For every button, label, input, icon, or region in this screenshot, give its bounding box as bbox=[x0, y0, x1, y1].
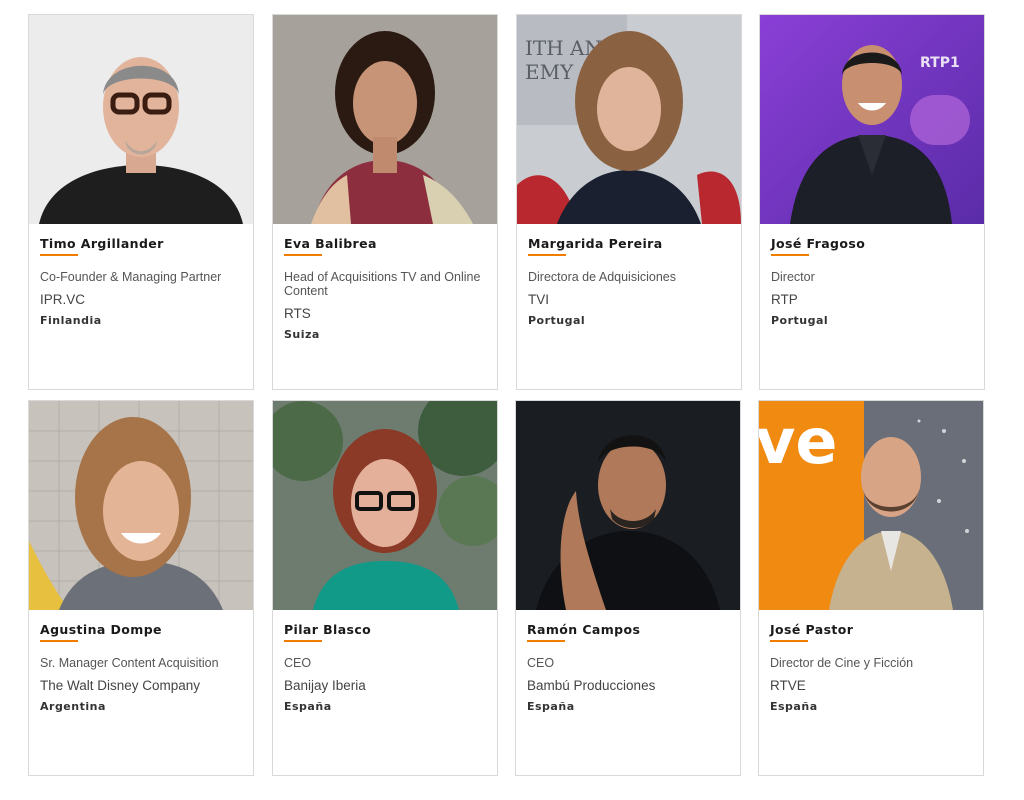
speaker-company: IPR.VC bbox=[40, 292, 86, 307]
speaker-role: Co-Founder & Managing Partner bbox=[40, 270, 222, 284]
speaker-photo: ITH ANN EMY AWA bbox=[517, 15, 741, 224]
speaker-company: Bambú Producciones bbox=[527, 678, 656, 693]
speaker-card[interactable]: RTP1 José Fragoso Director RTP Portugal bbox=[759, 14, 985, 390]
name-underline bbox=[771, 254, 809, 256]
speaker-role: Sr. Manager Content Acquisition bbox=[40, 656, 219, 670]
speaker-role: Directora de Adquisiciones bbox=[528, 270, 676, 284]
speaker-company: RTVE bbox=[770, 678, 806, 693]
name-underline bbox=[40, 640, 78, 642]
name-underline bbox=[40, 254, 78, 256]
speaker-country: Finlandia bbox=[40, 314, 102, 327]
speaker-country: Portugal bbox=[528, 314, 586, 327]
speaker-name: José Pastor bbox=[770, 622, 854, 637]
speaker-role: CEO bbox=[284, 656, 312, 670]
speaker-country: Portugal bbox=[771, 314, 829, 327]
speaker-photo bbox=[516, 401, 740, 610]
speaker-photo: ve bbox=[759, 401, 983, 610]
speaker-name: José Fragoso bbox=[771, 236, 866, 251]
speaker-card[interactable]: Timo Argillander Co-Founder & Managing P… bbox=[28, 14, 254, 390]
speaker-role: Director de Cine y Ficción bbox=[770, 656, 914, 670]
speaker-card[interactable]: Agustina Dompe Sr. Manager Content Acqui… bbox=[28, 400, 254, 776]
speaker-photo bbox=[273, 401, 497, 610]
speaker-card[interactable]: Pilar Blasco CEO Banijay Iberia España bbox=[272, 400, 498, 776]
speaker-card[interactable]: ve José Pastor Director de Cine y Ficció… bbox=[758, 400, 984, 776]
name-underline bbox=[770, 640, 808, 642]
speaker-photo bbox=[29, 15, 253, 224]
speaker-company: The Walt Disney Company bbox=[40, 678, 201, 693]
speaker-card[interactable]: Eva Balibrea Head of Acquisitions TV and… bbox=[272, 14, 498, 390]
name-underline bbox=[284, 254, 322, 256]
speaker-role: Director bbox=[771, 270, 815, 284]
speaker-card[interactable]: Ramón Campos CEO Bambú Producciones Espa… bbox=[515, 400, 741, 776]
speaker-photo bbox=[29, 401, 253, 610]
speaker-name: Ramón Campos bbox=[527, 622, 641, 637]
speaker-name: Timo Argillander bbox=[40, 236, 164, 251]
speaker-name: Margarida Pereira bbox=[528, 236, 663, 251]
rtve-backdrop-text: ve bbox=[759, 405, 837, 478]
speaker-country: España bbox=[527, 700, 575, 713]
speaker-photo: RTP1 bbox=[760, 15, 984, 224]
speaker-photo bbox=[273, 15, 497, 224]
name-underline bbox=[527, 640, 565, 642]
speaker-country: España bbox=[284, 700, 332, 713]
speaker-name: Agustina Dompe bbox=[40, 622, 162, 637]
speaker-card[interactable]: ITH ANN EMY AWA Margarida Pereira Directo… bbox=[516, 14, 742, 390]
rtp-logo-text: RTP1 bbox=[920, 55, 960, 71]
speaker-role: Head of Acquisitions TV and Online Conte… bbox=[284, 270, 481, 298]
speaker-company: RTS bbox=[284, 306, 311, 321]
speaker-name: Pilar Blasco bbox=[284, 622, 372, 637]
speaker-country: España bbox=[770, 700, 818, 713]
name-underline bbox=[528, 254, 566, 256]
speaker-name: Eva Balibrea bbox=[284, 236, 377, 251]
speaker-company: RTP bbox=[771, 292, 798, 307]
speaker-role: CEO bbox=[527, 656, 555, 670]
speaker-country: Suiza bbox=[284, 328, 320, 341]
speaker-company: TVI bbox=[528, 292, 550, 307]
speaker-company: Banijay Iberia bbox=[284, 678, 366, 693]
name-underline bbox=[284, 640, 322, 642]
speaker-country: Argentina bbox=[40, 700, 106, 713]
